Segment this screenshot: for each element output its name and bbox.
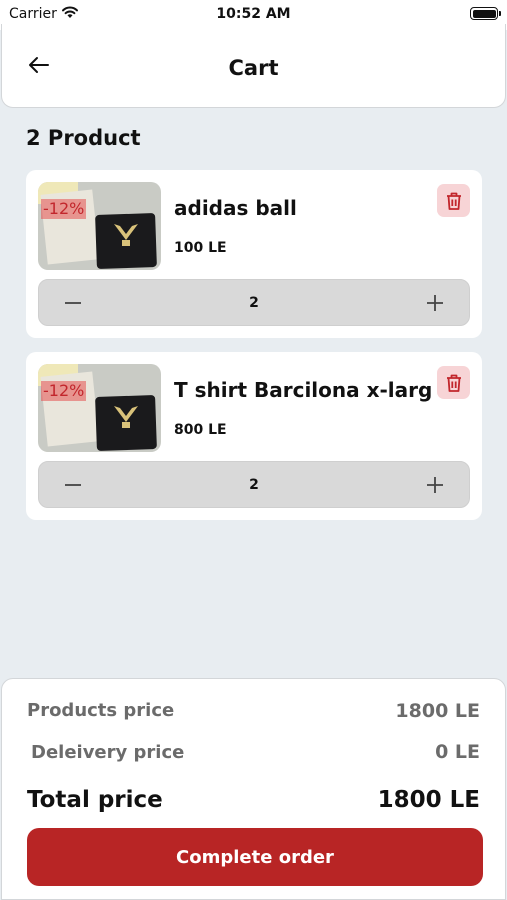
- battery-icon: [470, 7, 501, 20]
- app-header: Cart: [1, 24, 506, 108]
- total-price-label: Total price: [27, 787, 163, 813]
- quantity-stepper: 2: [38, 461, 470, 508]
- cart-item: -12% adidas ball 100 LE 2: [26, 170, 482, 338]
- increase-quantity-button[interactable]: [411, 280, 459, 325]
- trash-icon: [446, 374, 461, 392]
- delivery-price-label: Deleivery price: [31, 742, 185, 763]
- delete-button[interactable]: [437, 184, 470, 217]
- trash-icon: [446, 192, 461, 210]
- discount-badge: -12%: [41, 199, 87, 219]
- product-name: adidas ball: [174, 196, 297, 220]
- product-image[interactable]: -12%: [38, 364, 161, 452]
- product-price: 800 LE: [174, 422, 227, 438]
- page-title: Cart: [228, 56, 279, 80]
- order-summary: Products price 1800 LE Deleivery price 0…: [1, 678, 506, 900]
- product-count: 2 Product: [26, 126, 141, 150]
- delivery-price-value: 0 LE: [435, 741, 480, 763]
- products-price-value: 1800 LE: [395, 700, 480, 722]
- status-time: 10:52 AM: [216, 6, 291, 22]
- total-price-value: 1800 LE: [377, 787, 480, 813]
- delete-button[interactable]: [437, 366, 470, 399]
- quantity-stepper: 2: [38, 279, 470, 326]
- discount-badge: -12%: [41, 381, 87, 401]
- cart-item: -12% T shirt Barcilona x-larg 800 LE 2: [26, 352, 482, 520]
- plus-icon: [427, 476, 443, 493]
- plus-icon: [427, 294, 443, 311]
- products-price-label: Products price: [27, 700, 175, 721]
- quantity-value: 2: [249, 477, 259, 493]
- complete-order-button[interactable]: Complete order: [27, 828, 483, 886]
- emblem-icon: [114, 224, 138, 246]
- product-image[interactable]: -12%: [38, 182, 161, 270]
- product-price: 100 LE: [174, 240, 227, 256]
- emblem-icon: [114, 406, 138, 428]
- increase-quantity-button[interactable]: [411, 462, 459, 507]
- product-name: T shirt Barcilona x-larg: [174, 378, 433, 402]
- quantity-value: 2: [249, 295, 259, 311]
